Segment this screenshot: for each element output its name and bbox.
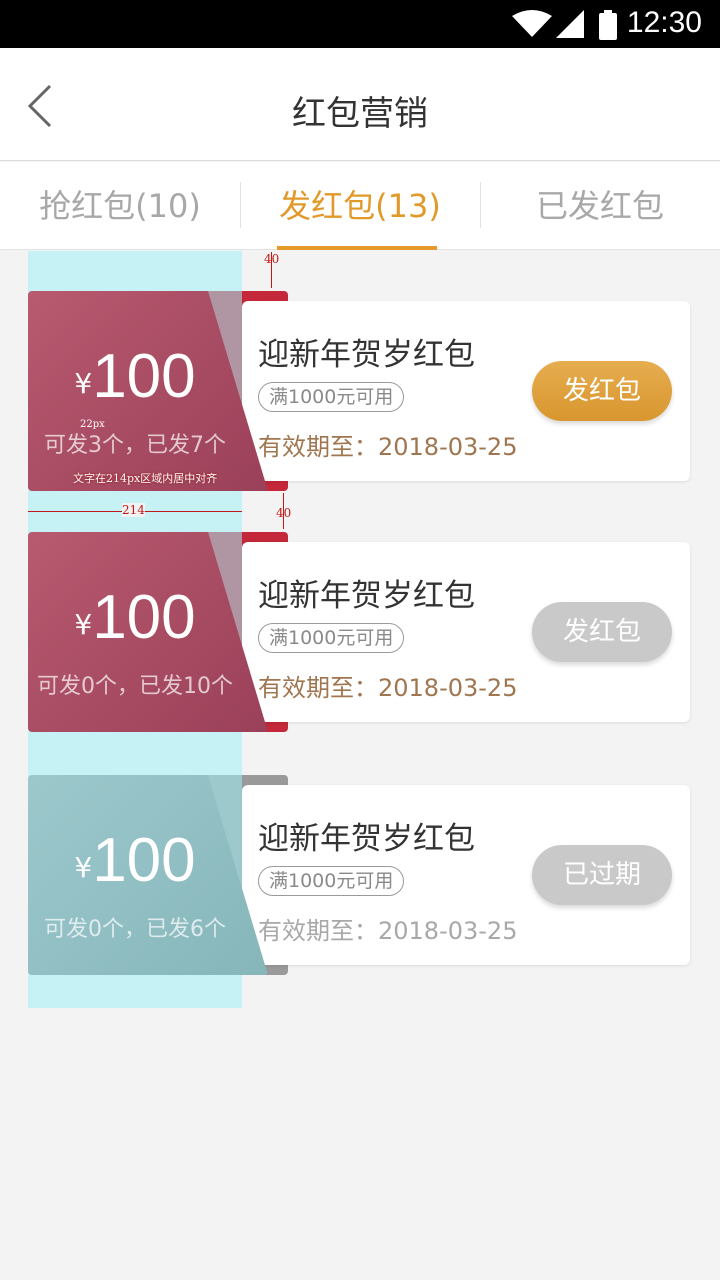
signal-icon [556,10,584,38]
font-size-annotation: 22px [80,419,105,430]
expiry-date: 有效期至：2018-03-25 [258,433,518,461]
card-title: 迎新年贺岁红包 [258,578,475,614]
red-packet-card: ¥100 可发0个，已发6个 迎新年贺岁红包 满1000元可用 有效期至：201… [28,775,690,975]
active-tab-underline [277,246,437,250]
condition-tag: 满1000元可用 [258,866,405,896]
tab-bar: 抢红包(10) 发红包(13) 已发红包 [0,162,720,250]
expired-button[interactable]: 已过期 [532,845,672,905]
send-count: 可发0个，已发10个 [37,674,233,699]
alignment-note: 文字在214px区域内居中对齐 [73,472,218,485]
spacing-annotation: 40 [264,252,280,266]
amount-value: 100 [92,342,196,411]
status-time: 12:30 [626,6,702,39]
battery-icon [599,10,617,40]
card-title: 迎新年贺岁红包 [258,821,475,857]
page-title: 红包营销 [292,94,428,134]
coupon-amount: ¥100 [28,825,242,896]
send-count: 可发0个，已发6个 [44,917,226,942]
status-bar: 12:30 [0,0,720,48]
card-title: 迎新年贺岁红包 [258,337,475,373]
red-packet-card: ¥100 可发0个，已发10个 迎新年贺岁红包 满1000元可用 有效期至：20… [28,532,690,732]
wifi-icon [512,10,552,37]
send-button-disabled[interactable]: 发红包 [532,602,672,662]
app-header: 红包营销 [0,48,720,161]
red-packet-card: ¥100 可发3个，已发7个 迎新年贺岁红包 满1000元可用 有效期至：201… [28,291,690,491]
condition-tag: 满1000元可用 [258,623,405,653]
tab-sent-red-packets[interactable]: 已发红包 [480,162,720,250]
amount-value: 100 [92,583,196,652]
tab-send-red-packet[interactable]: 发红包(13) [240,162,480,250]
spacing-annotation: 40 [276,506,292,520]
expiry-date: 有效期至：2018-03-25 [258,674,518,702]
amount-value: 100 [92,826,196,895]
currency-symbol: ¥ [74,367,93,400]
coupon-amount: ¥100 [28,341,242,412]
coupon-amount: ¥100 [28,582,242,653]
send-button[interactable]: 发红包 [532,361,672,421]
currency-symbol: ¥ [74,608,93,641]
width-annotation: 214 [122,503,145,517]
expiry-date: 有效期至：2018-03-25 [258,917,518,945]
send-count: 可发3个，已发7个 [44,433,226,458]
tab-grab-red-packet[interactable]: 抢红包(10) [0,162,240,250]
currency-symbol: ¥ [74,851,93,884]
condition-tag: 满1000元可用 [258,382,405,412]
